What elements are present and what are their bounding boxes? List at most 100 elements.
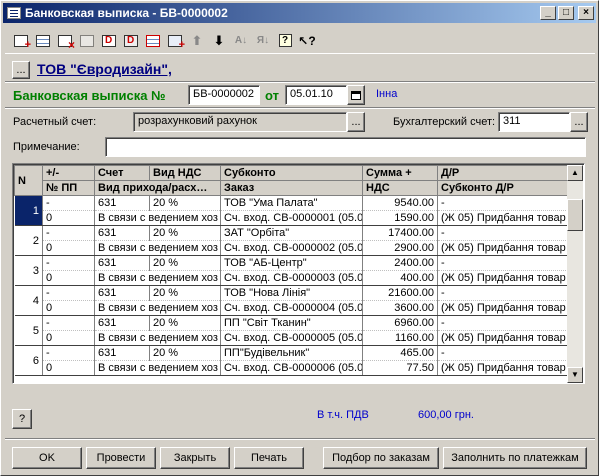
row-sign[interactable]: - xyxy=(42,315,95,331)
row-account[interactable]: 631 xyxy=(94,255,150,271)
row-kind[interactable]: В связи с ведением хоз xyxy=(94,300,221,316)
row-sum[interactable]: 6960.00 xyxy=(362,315,438,331)
row-nds[interactable]: 3600.00 xyxy=(362,300,438,316)
row-nds[interactable]: 2900.00 xyxy=(362,240,438,256)
table-row[interactable]: 0В связи с ведением хоз Сч. вход. СВ-0000… xyxy=(15,270,571,286)
delete-row-icon[interactable] xyxy=(55,31,75,51)
copy-row-icon[interactable] xyxy=(77,31,97,51)
col-header-pp[interactable]: № ПП xyxy=(42,180,95,196)
row-subconto[interactable]: ТОВ "АБ-Центр" xyxy=(220,255,363,271)
move-up-icon[interactable]: ⬆ xyxy=(187,31,207,51)
row-sign[interactable]: - xyxy=(42,225,95,241)
row-sign[interactable]: - xyxy=(42,345,95,361)
scroll-up-icon[interactable]: ▲ xyxy=(567,165,583,181)
new-group-icon[interactable] xyxy=(33,31,53,51)
row-account[interactable]: 631 xyxy=(94,195,150,211)
close-form-button[interactable]: Закрыть xyxy=(160,447,230,469)
row-nds[interactable]: 1160.00 xyxy=(362,330,438,346)
col-header-sum[interactable]: Сумма + xyxy=(362,165,438,181)
row-dr[interactable]: - xyxy=(437,315,571,331)
row-sum[interactable]: 9540.00 xyxy=(362,195,438,211)
row-pp[interactable]: 0 xyxy=(42,240,95,256)
table-row[interactable]: 3-631 20 % ТОВ "АБ-Центр" 2400.00- xyxy=(14,255,571,286)
row-sign[interactable]: - xyxy=(42,285,95,301)
row-dr[interactable]: - xyxy=(437,285,571,301)
mark-delete-icon[interactable] xyxy=(99,31,119,51)
row-sum[interactable]: 21600.00 xyxy=(362,285,438,301)
row-sum[interactable]: 17400.00 xyxy=(362,225,438,241)
sort-desc-icon[interactable]: Я↓ xyxy=(253,31,273,51)
row-dr[interactable]: - xyxy=(437,225,571,241)
row-kind[interactable]: В связи с ведением хоз xyxy=(94,360,221,376)
title-bar[interactable]: Банковская выписка - БВ-0000002 _ □ × xyxy=(3,3,596,23)
row-order[interactable]: Сч. вход. СВ-0000004 (05.0 xyxy=(220,300,363,316)
ledger-select-button[interactable]: ... xyxy=(570,112,588,132)
help-icon[interactable]: ? xyxy=(275,31,295,51)
row-vat[interactable]: 20 % xyxy=(149,315,221,331)
row-order[interactable]: Сч. вход. СВ-0000005 (05.0 xyxy=(220,330,363,346)
col-header-account[interactable]: Счет xyxy=(94,165,150,181)
ok-button[interactable]: OK xyxy=(12,447,82,469)
table-row[interactable]: 0В связи с ведением хоз Сч. вход. СВ-0000… xyxy=(15,330,571,346)
row-dr-sub[interactable]: (Ж 05) Придбання товар xyxy=(437,240,571,256)
row-dr-sub[interactable]: (Ж 05) Придбання товар xyxy=(437,300,571,316)
row-number[interactable]: 1 xyxy=(14,195,43,226)
row-sign[interactable]: - xyxy=(42,195,95,211)
new-row-icon[interactable] xyxy=(11,31,31,51)
col-header-sign[interactable]: +/- xyxy=(42,165,95,181)
row-sign[interactable]: - xyxy=(42,255,95,271)
table-row[interactable]: 0В связи с ведением хоз Сч. вход. СВ-0000… xyxy=(15,300,571,316)
doc-date-field[interactable]: 05.01.10 xyxy=(285,85,347,105)
scroll-down-icon[interactable]: ▼ xyxy=(567,367,583,383)
insert-row-icon[interactable] xyxy=(143,31,163,51)
col-header-n[interactable]: N xyxy=(14,165,43,196)
row-number[interactable]: 6 xyxy=(14,345,43,376)
table-row[interactable]: 0В связи с ведением хоз Сч. вход. СВ-0000… xyxy=(15,210,571,226)
row-dr[interactable]: - xyxy=(437,195,571,211)
table-row[interactable]: 0В связи с ведением хоз Сч. вход. СВ-0000… xyxy=(15,240,571,256)
table-row[interactable]: 1-631 20 % ТОВ "Ума Палата" 9540.00- xyxy=(14,195,571,226)
col-header-dr[interactable]: Д/Р xyxy=(437,165,571,181)
calendar-button[interactable] xyxy=(347,85,365,105)
row-dr-sub[interactable]: (Ж 05) Придбання товар xyxy=(437,210,571,226)
row-nds[interactable]: 400.00 xyxy=(362,270,438,286)
row-subconto[interactable]: ПП "Світ Тканин" xyxy=(220,315,363,331)
print-button[interactable]: Печать xyxy=(234,447,304,469)
post-button[interactable]: Провести xyxy=(86,447,156,469)
row-vat[interactable]: 20 % xyxy=(149,225,221,241)
row-account[interactable]: 631 xyxy=(94,225,150,241)
row-dr-sub[interactable]: (Ж 05) Придбання товар xyxy=(437,360,571,376)
context-help-icon[interactable]: ↖? xyxy=(297,31,317,51)
vertical-scrollbar[interactable]: ▲ ▼ xyxy=(567,165,583,383)
row-pp[interactable]: 0 xyxy=(42,300,95,316)
table-row[interactable]: 2-631 20 % ЗАТ "Орбіта" 17400.00- xyxy=(14,225,571,256)
row-kind[interactable]: В связи с ведением хоз xyxy=(94,270,221,286)
row-order[interactable]: Сч. вход. СВ-0000002 (05.0 xyxy=(220,240,363,256)
col-header-dr-sub[interactable]: Субконто Д/Р xyxy=(437,180,571,196)
doc-number-field[interactable]: БВ-0000002 xyxy=(188,85,260,105)
row-subconto[interactable]: ПП"Будівельник" xyxy=(220,345,363,361)
scroll-thumb[interactable] xyxy=(567,199,583,231)
move-down-icon[interactable]: ⬇ xyxy=(209,31,229,51)
row-dr[interactable]: - xyxy=(437,255,571,271)
row-nds[interactable]: 1590.00 xyxy=(362,210,438,226)
row-kind[interactable]: В связи с ведением хоз xyxy=(94,240,221,256)
row-dr[interactable]: - xyxy=(437,345,571,361)
table-row[interactable]: 6-631 20 % ПП"Будівельник" 465.00- xyxy=(14,345,571,376)
row-vat[interactable]: 20 % xyxy=(149,255,221,271)
row-order[interactable]: Сч. вход. СВ-0000006 (05.0 xyxy=(220,360,363,376)
account-field[interactable]: розрахунковий рахунок xyxy=(133,112,347,132)
table-row[interactable]: 0В связи с ведением хоз Сч. вход. СВ-0000… xyxy=(15,360,571,376)
fill-payments-button[interactable]: Заполнить по платежкам xyxy=(443,447,587,469)
sort-asc-icon[interactable]: A↓ xyxy=(231,31,251,51)
row-pp[interactable]: 0 xyxy=(42,210,95,226)
row-number[interactable]: 4 xyxy=(14,285,43,316)
account-select-button[interactable]: ... xyxy=(347,112,365,132)
pick-orders-button[interactable]: Подбор по заказам xyxy=(323,447,439,469)
row-dr-sub[interactable]: (Ж 05) Придбання товар xyxy=(437,270,571,286)
maximize-button[interactable]: □ xyxy=(558,6,574,20)
note-field[interactable] xyxy=(105,137,586,157)
row-vat[interactable]: 20 % xyxy=(149,195,221,211)
clear-delete-icon[interactable] xyxy=(121,31,141,51)
row-pp[interactable]: 0 xyxy=(42,270,95,286)
